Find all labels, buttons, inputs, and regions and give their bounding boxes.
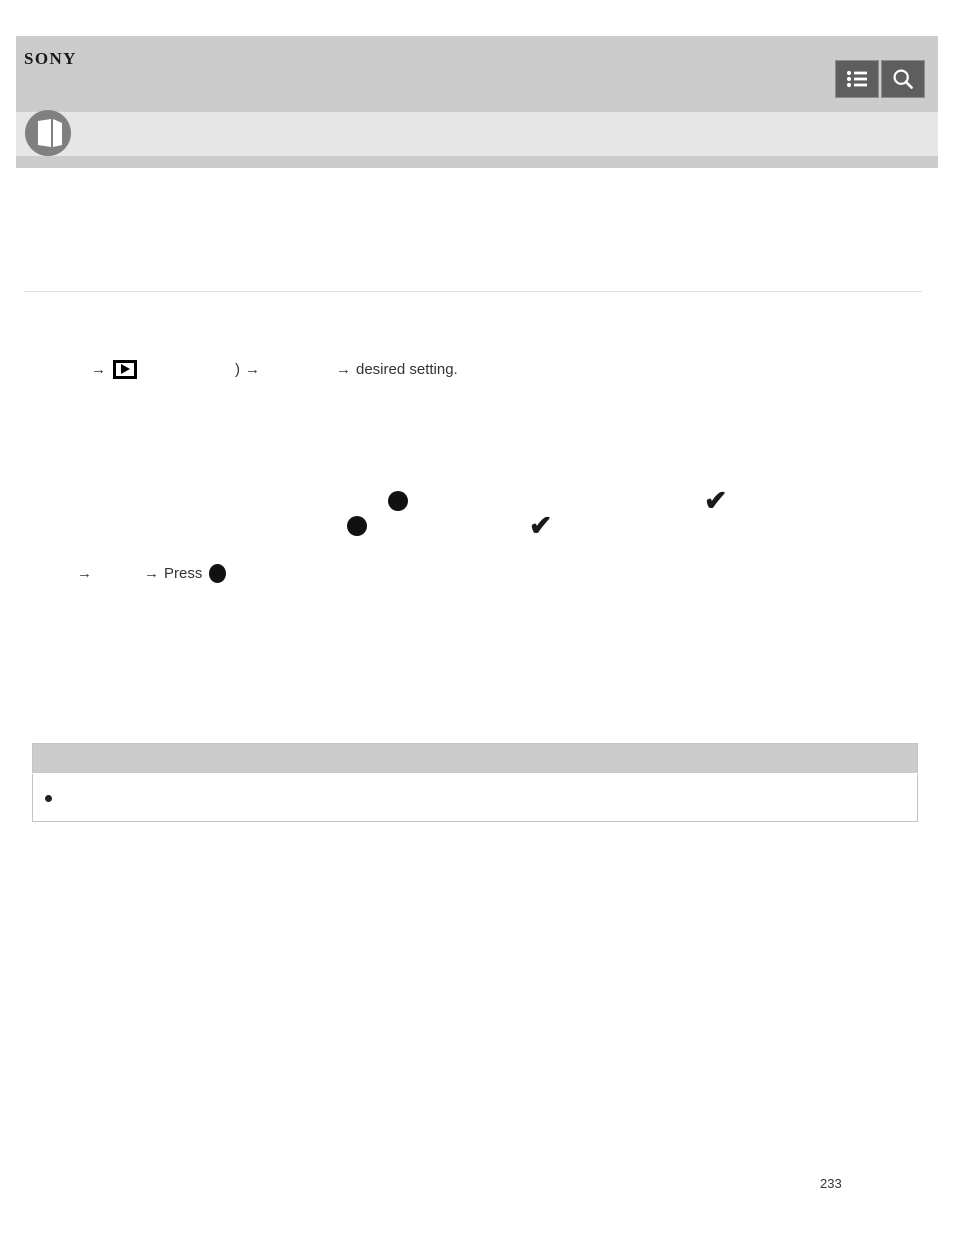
press-label: Press: [164, 564, 203, 582]
table-header-cell: [33, 744, 918, 774]
search-icon: [892, 68, 914, 90]
instruction-line-1: → ) → → desired setting.: [24, 356, 458, 382]
table-body-cell: [33, 774, 918, 822]
bullet-icon: [45, 795, 52, 803]
arrow-icon: →: [77, 564, 92, 582]
center-button-dot-icon: [209, 563, 227, 583]
content-divider: [24, 291, 922, 292]
search-button[interactable]: [881, 60, 925, 98]
playback-mode-icon: [113, 359, 137, 379]
instruction-line-2: → → Press: [24, 560, 227, 586]
info-table: [32, 743, 918, 822]
page-number: 233: [820, 1176, 842, 1191]
breadcrumb-band: [16, 110, 938, 156]
arrow-icon: →: [91, 360, 106, 378]
arrow-icon: →: [336, 360, 351, 378]
site-header: SONY: [16, 36, 938, 112]
instruction-1-tail: desired setting.: [356, 360, 458, 378]
menu-button[interactable]: [835, 60, 879, 98]
checkmark-icon: ✔: [529, 510, 553, 541]
list-menu-icon: [846, 70, 868, 88]
closing-paren: ): [235, 360, 240, 378]
sony-logo: SONY: [24, 49, 77, 68]
table-row: [32, 773, 918, 822]
arrow-icon: →: [245, 360, 260, 378]
open-book-icon: [34, 117, 66, 154]
header-button-group: [835, 60, 925, 98]
center-button-dot-icon: [388, 491, 408, 511]
table-header-row: [32, 743, 918, 774]
breadcrumb-badge: [25, 110, 83, 156]
breadcrumb-bottom-strip: [16, 156, 938, 168]
checkmark-icon: ✔: [704, 485, 728, 516]
center-button-dot-icon: [347, 516, 367, 536]
arrow-icon: →: [144, 564, 159, 582]
